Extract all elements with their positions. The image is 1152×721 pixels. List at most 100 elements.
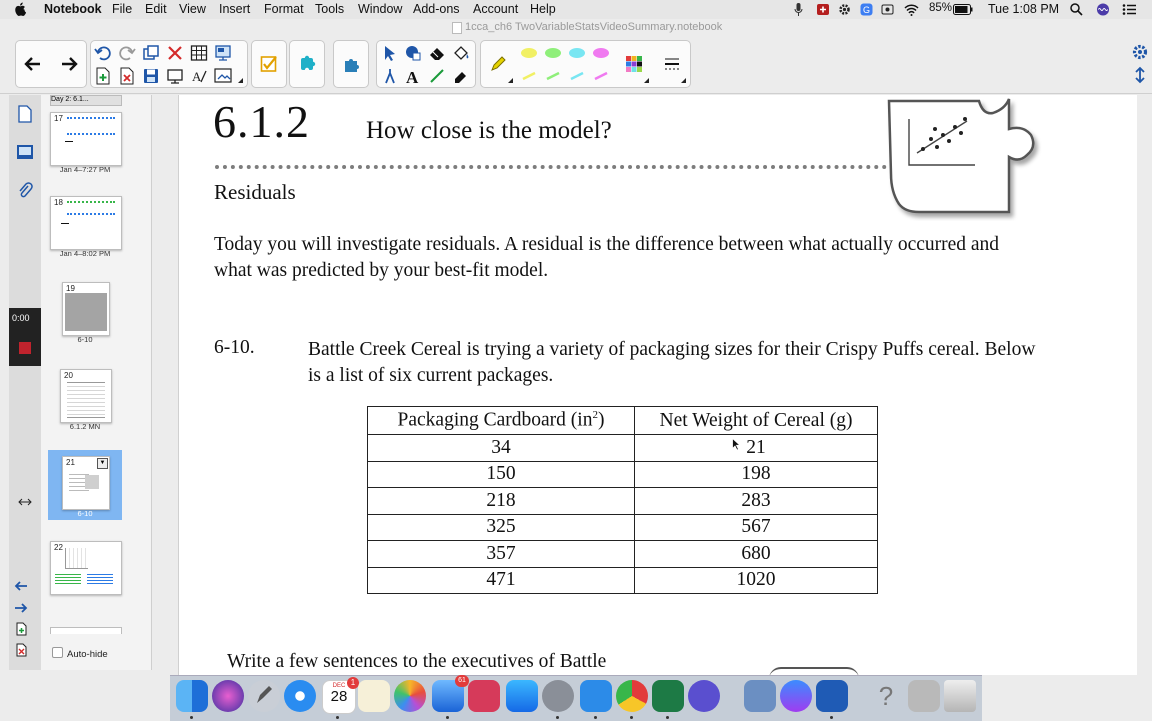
pen-green-1-button[interactable] — [543, 43, 563, 63]
battery-icon[interactable] — [953, 3, 973, 16]
page-thumbnail-18[interactable]: 18 — [50, 196, 122, 250]
page-group-header[interactable]: Day 2: 6.1... — [50, 95, 122, 106]
notebook-page-canvas[interactable]: 6.1.2 How close is the model? Residuals … — [178, 95, 1139, 675]
pen-magenta-1-button[interactable] — [591, 43, 611, 63]
redo-button[interactable] — [117, 43, 137, 63]
sidebar-prev-page-button[interactable] — [11, 576, 31, 596]
page-thumbnail-21[interactable]: 21 ▼ — [62, 456, 110, 510]
text-tool-button[interactable]: A — [403, 66, 423, 86]
trash-icon[interactable] — [944, 680, 976, 712]
lab-activities-button[interactable] — [341, 54, 361, 74]
mail-icon[interactable]: 61 — [432, 675, 469, 712]
page-thumbnail-19[interactable]: 19 — [62, 282, 110, 336]
help-question-icon[interactable]: ? — [870, 680, 902, 712]
menu-insert[interactable]: Insert — [219, 2, 250, 16]
toolbar-position-button[interactable] — [1130, 65, 1150, 85]
safari-icon[interactable] — [284, 680, 316, 712]
sync-icon[interactable]: G — [860, 3, 873, 16]
menu-tools[interactable]: Tools — [315, 2, 344, 16]
undo-button[interactable] — [93, 43, 113, 63]
menu-help[interactable]: Help — [530, 2, 556, 16]
tab-page-sorter[interactable] — [13, 101, 37, 127]
gear-status-icon[interactable] — [838, 3, 851, 16]
page-thumbnail-23-partial[interactable] — [50, 627, 122, 634]
sidebar-add-page-button[interactable] — [11, 619, 31, 639]
measurement-tool-button[interactable] — [380, 66, 400, 86]
screen-shade-button[interactable] — [213, 43, 233, 63]
spotlight-search-icon[interactable] — [1070, 3, 1083, 16]
wifi-icon[interactable] — [904, 3, 919, 16]
extension-icon[interactable] — [816, 3, 830, 16]
pen-magenta-2-button[interactable] — [591, 66, 611, 86]
pen-eraser-button[interactable] — [451, 66, 471, 86]
menu-format[interactable]: Format — [264, 2, 304, 16]
auto-hide-toggle[interactable]: Auto-hide — [52, 647, 108, 660]
previous-page-button[interactable] — [23, 54, 43, 74]
notification-center-icon[interactable] — [1122, 3, 1137, 16]
delete-button[interactable] — [165, 43, 185, 63]
page-menu-chevron-icon[interactable]: ▼ — [97, 458, 108, 469]
news-icon[interactable] — [468, 680, 500, 712]
page-thumbnail-22[interactable]: 22 — [50, 541, 122, 595]
chrome-icon[interactable] — [616, 680, 648, 712]
calendar-icon[interactable]: DEC 28 1 — [322, 677, 359, 714]
sidebar-delete-page-button[interactable] — [11, 640, 31, 660]
properties-button[interactable] — [1130, 42, 1150, 62]
app-store-icon[interactable] — [506, 680, 538, 712]
page-thumbnail-17[interactable]: 17 — [50, 112, 122, 166]
menu-clock[interactable]: Tue 1:08 PM — [988, 2, 1059, 16]
delete-page-button[interactable] — [117, 66, 137, 86]
photos-icon[interactable] — [394, 680, 426, 712]
new-page-button[interactable] — [93, 66, 113, 86]
flower-app-icon[interactable] — [688, 680, 720, 712]
siri-icon[interactable] — [1096, 3, 1110, 16]
auto-hide-checkbox[interactable] — [52, 647, 63, 658]
launchpad-icon[interactable] — [248, 680, 280, 712]
sidebar-next-page-button[interactable] — [11, 598, 31, 618]
menu-view[interactable]: View — [179, 2, 206, 16]
pen-yellow-2-button[interactable] — [519, 66, 539, 86]
handwriting-recognition-button[interactable]: A — [189, 66, 209, 86]
line-style-button[interactable] — [662, 54, 682, 74]
highlighter-tool-button[interactable] — [488, 54, 508, 74]
tab-attachments[interactable] — [13, 177, 37, 203]
menu-add-ons[interactable]: Add-ons — [413, 2, 460, 16]
screenshot-icon[interactable] — [881, 3, 894, 16]
finder-icon[interactable] — [176, 680, 208, 712]
insert-table-button[interactable] — [189, 43, 209, 63]
right-scroll-rail[interactable] — [1137, 95, 1152, 675]
select-tool-button[interactable] — [380, 43, 400, 63]
apple-icon[interactable] — [14, 2, 26, 16]
tab-gallery[interactable] — [13, 139, 37, 165]
fill-tool-button[interactable] — [451, 43, 471, 63]
siri-dock-icon[interactable] — [212, 680, 244, 712]
record-stop-icon[interactable] — [19, 342, 31, 354]
microphone-icon[interactable] — [794, 3, 803, 16]
smart-notebook-icon[interactable] — [580, 680, 612, 712]
pen-green-2-button[interactable] — [543, 66, 563, 86]
recorder-widget[interactable]: 0:00 — [9, 308, 41, 366]
eraser-tool-button[interactable] — [427, 43, 447, 63]
maps-icon[interactable] — [358, 680, 390, 712]
menu-edit[interactable]: Edit — [145, 2, 167, 16]
menu-window[interactable]: Window — [358, 2, 402, 16]
display-button[interactable] — [165, 66, 185, 86]
excel-icon[interactable] — [652, 680, 684, 712]
pen-yellow-1-button[interactable] — [519, 43, 539, 63]
sidebar-move-button[interactable] — [13, 489, 37, 515]
pen-cyan-2-button[interactable] — [567, 66, 587, 86]
messenger-icon[interactable] — [780, 680, 812, 712]
page-thumbnail-20[interactable]: 20 — [60, 369, 112, 423]
menu-account[interactable]: Account — [473, 2, 518, 16]
line-tool-button[interactable] — [427, 66, 447, 86]
preview-icon[interactable] — [744, 680, 776, 712]
color-palette-button[interactable] — [624, 54, 644, 74]
word-icon[interactable] — [816, 680, 848, 712]
clone-button[interactable] — [141, 43, 161, 63]
archive-icon[interactable] — [908, 680, 940, 712]
app-menu[interactable]: Notebook — [44, 2, 102, 16]
pen-cyan-1-button[interactable] — [567, 43, 587, 63]
next-page-button[interactable] — [59, 54, 79, 74]
screen-capture-button[interactable] — [213, 66, 233, 86]
menu-file[interactable]: File — [112, 2, 132, 16]
